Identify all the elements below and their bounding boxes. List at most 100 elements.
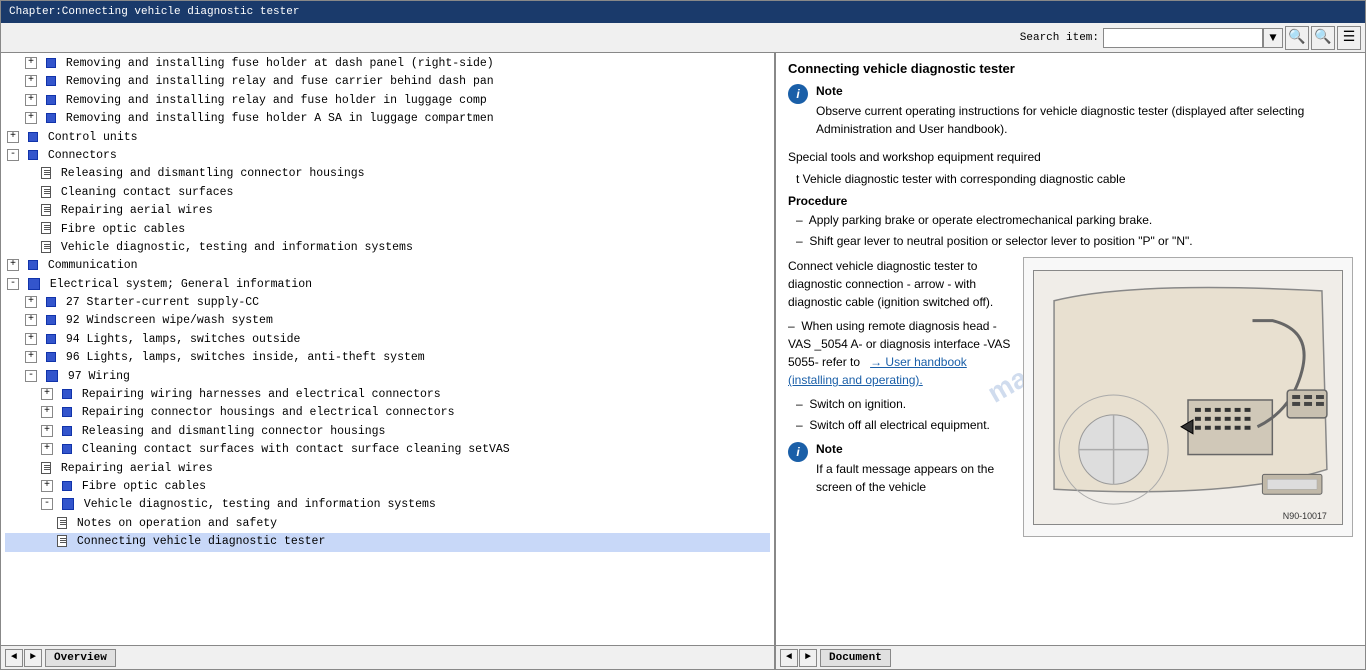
item-text: Cleaning contact surfaces <box>61 186 234 199</box>
expand-icon[interactable]: + <box>41 406 53 418</box>
prev-btn[interactable]: ◄ <box>5 649 23 667</box>
document-tab[interactable]: Document <box>820 649 891 667</box>
search-dropdown[interactable]: ▼ <box>1263 28 1283 48</box>
expand-icon[interactable]: + <box>41 425 53 437</box>
list-item[interactable]: + Fibre optic cables <box>5 478 770 496</box>
expand-icon[interactable]: - <box>7 149 19 161</box>
note-text-1: Observe current operating instructions f… <box>816 102 1353 138</box>
item-text: Notes on operation and safety <box>77 517 277 530</box>
expand-icon[interactable]: + <box>25 314 37 326</box>
expand-icon[interactable]: - <box>41 498 53 510</box>
folder-icon <box>28 132 38 142</box>
list-item[interactable]: + Repairing connector housings and elect… <box>5 404 770 422</box>
list-item[interactable]: + 94 Lights, lamps, switches outside <box>5 331 770 349</box>
list-item[interactable]: Cleaning contact surfaces <box>5 184 770 202</box>
list-item[interactable]: + Communication <box>5 257 770 275</box>
list-item[interactable]: Notes on operation and safety <box>5 515 770 533</box>
list-item[interactable]: Fibre optic cables <box>5 221 770 239</box>
tool-item: t Vehicle diagnostic tester with corresp… <box>796 170 1353 188</box>
list-item[interactable]: + 92 Windscreen wipe/wash system <box>5 312 770 330</box>
expand-icon[interactable]: + <box>41 480 53 492</box>
item-text: Removing and installing relay and fuse c… <box>66 75 494 88</box>
item-text: Connecting vehicle diagnostic tester <box>77 535 325 548</box>
prev-doc-btn[interactable]: ◄ <box>780 649 798 667</box>
list-item[interactable]: Releasing and dismantling connector hous… <box>5 165 770 183</box>
step-2: – Shift gear lever to neutral position o… <box>796 232 1353 250</box>
title-text: Chapter:Connecting vehicle diagnostic te… <box>9 6 299 18</box>
list-item[interactable]: + Removing and installing fuse holder at… <box>5 55 770 73</box>
main-window: Chapter:Connecting vehicle diagnostic te… <box>0 0 1366 670</box>
list-item[interactable]: + 96 Lights, lamps, switches inside, ant… <box>5 349 770 367</box>
list-item[interactable]: + Removing and installing relay and fuse… <box>5 92 770 110</box>
expand-icon[interactable]: + <box>25 57 37 69</box>
expand-icon[interactable]: + <box>41 443 53 455</box>
step-1-text: Apply parking brake or operate electrome… <box>809 213 1153 227</box>
expand-icon[interactable]: + <box>25 94 37 106</box>
tree-area[interactable]: + Removing and installing fuse holder at… <box>1 53 774 645</box>
item-text: Cleaning contact surfaces with contact s… <box>82 443 510 456</box>
arrow-text: arrow <box>914 277 944 291</box>
item-text: Fibre optic cables <box>82 480 206 493</box>
expand-icon[interactable]: + <box>25 75 37 87</box>
search-button-1[interactable]: 🔍 <box>1285 26 1309 50</box>
note-icon-1: i <box>788 84 808 104</box>
item-text: Releasing and dismantling connector hous… <box>82 425 386 438</box>
book-icon <box>62 444 72 454</box>
diagram-area: N90-10017 <box>1023 257 1353 537</box>
left-panel: + Removing and installing fuse holder at… <box>1 53 776 645</box>
note-word-1: Note <box>816 84 1353 98</box>
expand-icon[interactable]: + <box>25 296 37 308</box>
next-btn[interactable]: ► <box>24 649 42 667</box>
item-text: Control units <box>48 131 138 144</box>
list-item[interactable]: Vehicle diagnostic, testing and informat… <box>5 239 770 257</box>
list-item[interactable]: + Removing and installing fuse holder A … <box>5 110 770 128</box>
list-item[interactable]: Repairing aerial wires <box>5 202 770 220</box>
list-item[interactable]: - 97 Wiring <box>5 368 770 386</box>
expand-icon[interactable]: + <box>25 333 37 345</box>
right-panel[interactable]: manuall.co.uk Connecting vehicle diagnos… <box>776 53 1365 645</box>
overview-tab[interactable]: Overview <box>45 649 116 667</box>
list-item[interactable]: - Vehicle diagnostic, testing and inform… <box>5 496 770 514</box>
item-text: 94 Lights, lamps, switches outside <box>66 333 301 346</box>
page-icon <box>57 535 67 547</box>
list-item[interactable]: + Releasing and dismantling connector ho… <box>5 423 770 441</box>
item-text: Electrical system; General information <box>50 278 312 291</box>
next-doc-btn[interactable]: ► <box>799 649 817 667</box>
book-icon <box>62 426 72 436</box>
search-input[interactable] <box>1103 28 1263 48</box>
page-icon <box>41 462 51 474</box>
page-icon <box>41 167 51 179</box>
list-item-selected[interactable]: Connecting vehicle diagnostic tester <box>5 533 770 551</box>
step-1: – Apply parking brake or operate electro… <box>796 211 1353 229</box>
note-box-2: i Note If a fault message appears on the… <box>788 442 1013 500</box>
item-text: Removing and installing fuse holder A SA… <box>66 112 494 125</box>
expand-icon[interactable]: - <box>7 278 19 290</box>
item-text: Communication <box>48 259 138 272</box>
bottom-left: ◄ ► Overview <box>1 646 776 669</box>
list-item[interactable]: + 27 Starter-current supply-CC <box>5 294 770 312</box>
book-icon <box>62 407 72 417</box>
list-item[interactable]: + Repairing wiring harnesses and electri… <box>5 386 770 404</box>
expand-icon[interactable]: + <box>7 259 19 271</box>
expand-icon[interactable]: + <box>25 351 37 363</box>
step-2-text: Shift gear lever to neutral position or … <box>809 234 1192 248</box>
special-tools-label: Special tools and workshop equipment req… <box>788 148 1353 166</box>
expand-icon[interactable]: + <box>7 131 19 143</box>
expand-icon[interactable]: - <box>25 370 37 382</box>
list-item[interactable]: - Electrical system; General information <box>5 276 770 294</box>
list-item[interactable]: + Removing and installing relay and fuse… <box>5 73 770 91</box>
list-item[interactable]: Repairing aerial wires <box>5 460 770 478</box>
item-text: Vehicle diagnostic, testing and informat… <box>61 241 413 254</box>
menu-button[interactable]: ☰ <box>1337 26 1361 50</box>
search-button-2[interactable]: 🔍 <box>1311 26 1335 50</box>
expand-icon[interactable]: + <box>25 112 37 124</box>
expand-icon[interactable]: + <box>41 388 53 400</box>
folder-icon <box>28 150 38 160</box>
list-item[interactable]: + Control units <box>5 129 770 147</box>
item-text: Removing and installing relay and fuse h… <box>66 94 487 107</box>
item-text: Fibre optic cables <box>61 223 185 236</box>
item-text: 27 Starter-current supply-CC <box>66 296 259 309</box>
list-item[interactable]: - Connectors <box>5 147 770 165</box>
note-word-2: Note <box>816 442 1013 456</box>
list-item[interactable]: + Cleaning contact surfaces with contact… <box>5 441 770 459</box>
